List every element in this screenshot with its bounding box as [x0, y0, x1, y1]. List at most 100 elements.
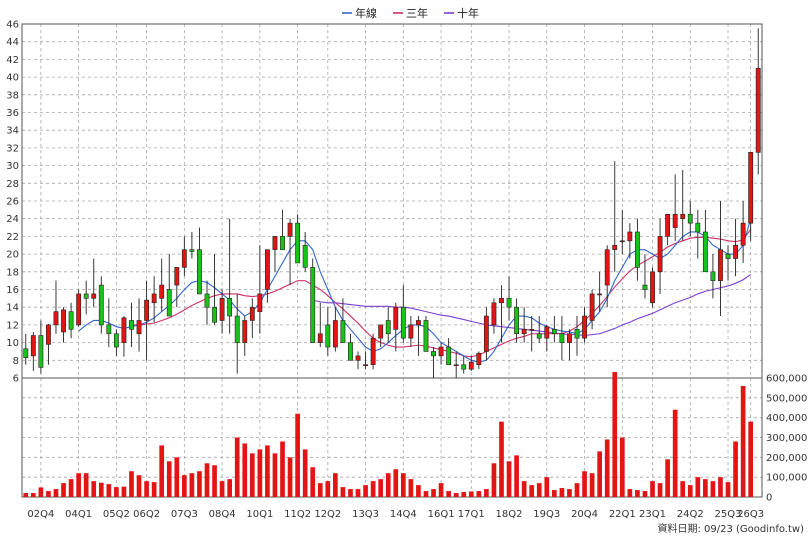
candle — [687, 201, 693, 237]
volume-bar — [61, 483, 66, 497]
candle-body — [634, 231, 640, 268]
volume-bar — [567, 489, 572, 497]
candle — [748, 152, 754, 241]
candle — [129, 302, 134, 348]
volume-bar — [529, 485, 535, 497]
candle-body — [657, 236, 663, 273]
candle-body — [355, 355, 361, 361]
candle — [574, 316, 580, 356]
volume-bar — [114, 487, 119, 497]
volume-bar — [748, 421, 754, 497]
x-tick-label: 07Q3 — [171, 509, 198, 520]
candle-body — [604, 249, 610, 286]
volume-bar — [317, 483, 323, 497]
candle-body — [257, 293, 263, 312]
candle — [650, 267, 655, 308]
candle — [234, 293, 240, 374]
stock-chart: 年線 三年 十年 6 8 10 12 14 16 18 20 22 24 26 28 30 32 34 36 38 4… — [6, 6, 807, 535]
legend-label: 三年 — [406, 6, 428, 20]
candle-body — [325, 324, 331, 348]
volume-bar — [53, 489, 59, 497]
candle — [612, 161, 618, 272]
price-tick-label: 28 — [6, 179, 19, 190]
price-tick-label: 12 — [6, 320, 19, 331]
candle-body — [499, 298, 504, 304]
candle-body — [431, 351, 436, 357]
volume-bar — [295, 413, 300, 497]
x-tick-label: 20Q4 — [571, 509, 598, 520]
volume-bar — [400, 473, 406, 497]
candle-body — [468, 361, 474, 370]
ma-year-line — [78, 218, 752, 363]
x-tick-label: 04Q1 — [65, 509, 92, 520]
candle — [446, 338, 452, 366]
candle — [740, 201, 746, 263]
candle — [634, 218, 640, 281]
volume-bar — [612, 372, 618, 497]
candle-body — [144, 299, 150, 321]
candle-body — [76, 293, 82, 326]
candle — [680, 170, 686, 241]
volume-bar — [378, 479, 384, 497]
candle-body — [551, 329, 557, 335]
candle-body — [574, 329, 580, 339]
candle-body — [68, 311, 74, 330]
volume-bar — [265, 445, 270, 497]
candle — [197, 227, 202, 295]
candle — [91, 258, 97, 308]
candle-body — [219, 298, 225, 321]
candle-body — [710, 271, 716, 281]
volume-bar — [121, 486, 127, 497]
candle — [98, 276, 104, 334]
volume-bar — [665, 459, 670, 497]
volume-tick-label: 300,000 — [766, 433, 807, 444]
candle — [702, 209, 708, 273]
volume-bar — [219, 481, 225, 497]
candle-body — [416, 320, 421, 326]
candle-body — [242, 320, 248, 343]
x-tick-label: 24Q2 — [677, 509, 704, 520]
candle — [61, 307, 66, 343]
candle — [378, 324, 384, 348]
candle-body — [23, 348, 29, 358]
candle-body — [559, 333, 565, 343]
candle — [189, 231, 195, 259]
candle-body — [204, 293, 210, 308]
volume-axis: 0 100,000 200,000 300,000 400,000 500,000 600,… — [766, 374, 807, 504]
candle — [242, 316, 248, 356]
candle-body — [544, 326, 550, 339]
candle — [567, 329, 572, 361]
candle — [453, 351, 459, 378]
price-tick-label: 40 — [6, 73, 19, 84]
candle — [597, 271, 603, 312]
price-axis: 6 8 10 12 14 16 18 20 22 24 26 28 30 32 34 36 38 40 42 44 46 — [6, 20, 19, 385]
volume-bar — [657, 483, 663, 497]
candle-body — [665, 213, 671, 237]
price-tick-label: 26 — [6, 197, 19, 208]
volume-bar — [280, 441, 285, 497]
x-tick-label: 11Q2 — [284, 509, 311, 520]
legend-label: 十年 — [457, 6, 479, 20]
candle — [348, 333, 353, 361]
candle — [340, 298, 346, 343]
volume-bar — [234, 437, 240, 497]
x-tick-label: 10Q1 — [246, 509, 273, 520]
volume-bar — [740, 385, 746, 497]
volume-bar — [151, 482, 157, 497]
price-tick-label: 32 — [6, 143, 19, 154]
candle-body — [151, 293, 157, 304]
candle — [385, 307, 391, 343]
price-tick-label: 42 — [6, 55, 19, 66]
volume-bar — [506, 461, 512, 497]
candle-body — [83, 293, 89, 299]
volume-bar — [302, 449, 308, 497]
candle-body — [129, 320, 134, 330]
price-tick-label: 44 — [6, 37, 19, 48]
volume-bar — [144, 481, 149, 497]
volume-bar — [695, 477, 701, 497]
candle-body — [642, 284, 648, 290]
candle — [551, 316, 557, 343]
volume-bar — [76, 473, 81, 497]
candle — [695, 209, 701, 259]
volume-bar — [589, 473, 595, 497]
